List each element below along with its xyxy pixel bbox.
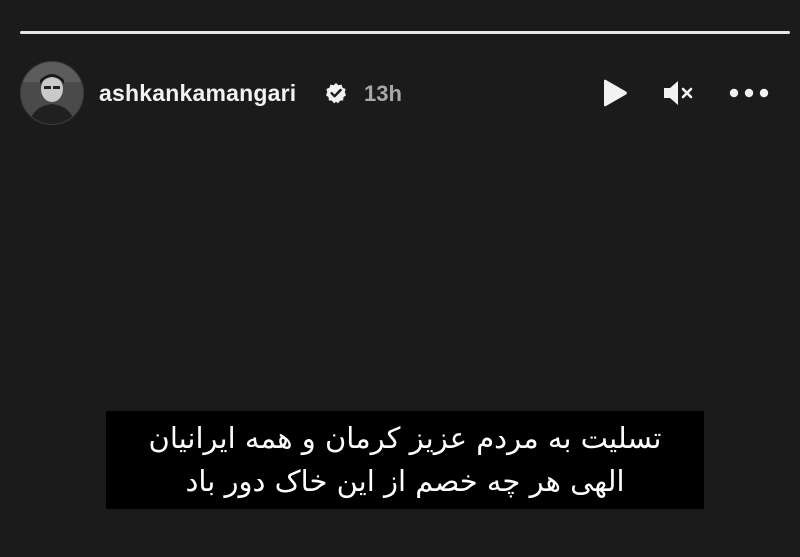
mute-button[interactable]	[661, 77, 695, 109]
mute-icon	[661, 77, 695, 109]
username[interactable]: ashkankamangari	[99, 80, 296, 107]
caption-line-2: الهی هر چه خصم از این خاک دور باد	[185, 464, 625, 498]
post-time: 13h	[364, 81, 402, 106]
story-progress-fill	[20, 31, 790, 34]
story-viewer: ashkankamangari 13h تسلیت به مردم عزیز ک…	[0, 0, 800, 557]
story-header: ashkankamangari 13h	[20, 61, 790, 125]
play-icon	[597, 77, 631, 109]
story-caption: تسلیت به مردم عزیز کرمان و همه ایرانیان …	[106, 411, 704, 509]
more-options-button[interactable]	[726, 77, 772, 109]
more-options-icon	[726, 77, 772, 109]
verified-badge-icon	[325, 82, 347, 104]
story-progress-bar	[20, 31, 790, 34]
caption-line-1: تسلیت به مردم عزیز کرمان و همه ایرانیان	[148, 421, 662, 455]
play-button[interactable]	[597, 77, 631, 109]
avatar[interactable]	[20, 61, 84, 125]
